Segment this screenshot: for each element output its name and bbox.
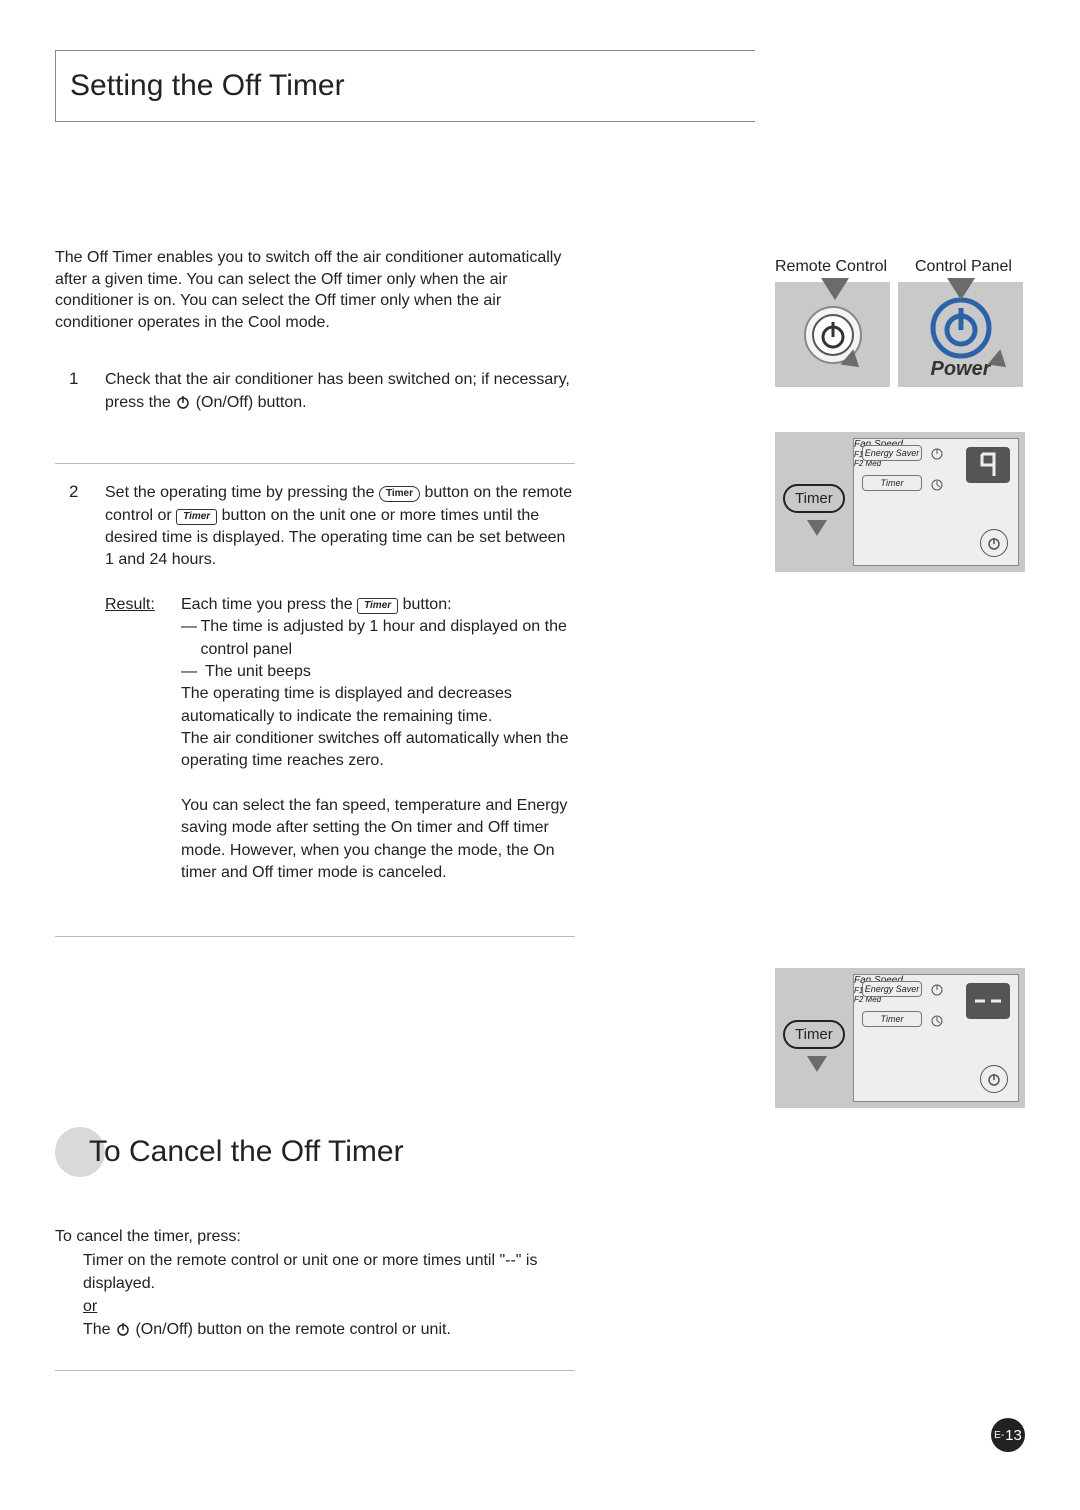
step-number: 1 bbox=[55, 369, 105, 417]
step-2-note: You can select the fan speed, temperatur… bbox=[105, 795, 575, 885]
divider bbox=[55, 1370, 575, 1371]
cancel-lead: To cancel the timer, press: bbox=[55, 1225, 575, 1248]
cancel-line-2-pre: The bbox=[83, 1321, 115, 1338]
section-title-block: Setting the Off Timer bbox=[55, 50, 755, 122]
figure-power-buttons: Remote Control Control Panel bbox=[775, 258, 1025, 387]
timer-button: Timer bbox=[862, 1011, 922, 1027]
result-after-1: The operating time is displayed and decr… bbox=[181, 683, 575, 728]
intro-paragraph: The Off Timer enables you to switch off … bbox=[55, 247, 575, 333]
panel-small-icons bbox=[930, 983, 944, 1031]
figure-timer-panel: Timer Energy Saver Timer Fan Speed F1 Lo… bbox=[775, 432, 1025, 572]
power-label: Power bbox=[930, 358, 990, 381]
power-icon bbox=[175, 394, 191, 417]
step-number: 2 bbox=[55, 482, 105, 884]
dash-icon: — bbox=[181, 616, 200, 661]
power-button-icon bbox=[927, 294, 995, 362]
pointer-icon bbox=[807, 520, 827, 536]
figure-cancel-panel: Timer Energy Saver Timer Fan Speed F1 Lo… bbox=[775, 968, 1025, 1108]
timer-button-icon: Timer bbox=[379, 486, 420, 502]
display-screen bbox=[966, 983, 1010, 1019]
energy-saver-button: Energy Saver bbox=[862, 445, 922, 461]
section-2-title: To Cancel the Off Timer bbox=[89, 1135, 404, 1169]
page-number: E-13 bbox=[991, 1418, 1025, 1452]
control-panel-illustration: Energy Saver Timer Fan Speed F1 LowF2 Me… bbox=[853, 974, 1019, 1102]
pointer-icon bbox=[947, 278, 975, 300]
timer-pill-icon: Timer bbox=[783, 1020, 845, 1049]
result-lead: Each time you press the bbox=[181, 596, 357, 613]
display-screen bbox=[966, 447, 1010, 483]
power-icon bbox=[980, 529, 1008, 557]
timer-button-rect-icon: Timer bbox=[357, 598, 398, 614]
power-icon bbox=[980, 1065, 1008, 1093]
result-label: Result: bbox=[105, 594, 181, 773]
timer-pill-icon: Timer bbox=[783, 484, 845, 513]
step-2-text-a: Set the operating time by pressing the bbox=[105, 484, 379, 501]
result-after-2: The air conditioner switches off automat… bbox=[181, 728, 575, 773]
section-title: Setting the Off Timer bbox=[70, 69, 755, 103]
divider bbox=[55, 936, 575, 937]
cancel-or: or bbox=[55, 1295, 575, 1318]
section-2-header: To Cancel the Off Timer bbox=[55, 1127, 1025, 1177]
result-tail: button: bbox=[403, 596, 452, 613]
result-bullet-2: The unit beeps bbox=[205, 661, 311, 683]
power-icon bbox=[115, 1321, 131, 1344]
pointer-icon bbox=[821, 278, 849, 300]
cancel-line-1: Timer on the remote control or unit one … bbox=[55, 1249, 575, 1295]
result-bullet-1: The time is adjusted by 1 hour and displ… bbox=[200, 616, 575, 661]
timer-button: Timer bbox=[862, 475, 922, 491]
label-remote-control: Remote Control bbox=[775, 258, 895, 276]
label-control-panel: Control Panel bbox=[915, 258, 1012, 276]
energy-saver-button: Energy Saver bbox=[862, 981, 922, 997]
step-1-text-post: (On/Off) button. bbox=[196, 394, 307, 411]
timer-button-rect-icon: Timer bbox=[176, 509, 217, 525]
control-panel-illustration: Energy Saver Timer Fan Speed F1 LowF2 Me… bbox=[853, 438, 1019, 566]
dash-icon: — bbox=[181, 661, 205, 683]
pointer-icon bbox=[807, 1056, 827, 1072]
divider bbox=[55, 463, 575, 464]
cancel-line-2-post: (On/Off) button on the remote control or… bbox=[135, 1321, 450, 1338]
panel-small-icons bbox=[930, 447, 944, 495]
